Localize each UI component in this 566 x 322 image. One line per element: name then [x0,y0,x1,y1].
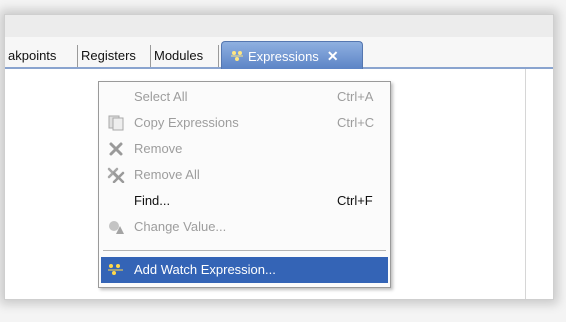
menu-item-find[interactable]: Find... Ctrl+F [101,188,388,214]
remove-all-icon [107,167,125,183]
menu-item-label: Remove All [134,167,200,182]
menu-item-label: Change Value... [134,219,227,234]
menu-item-remove[interactable]: Remove [101,136,388,162]
menu-item-remove-all[interactable]: Remove All [101,162,388,188]
context-menu: Select All Ctrl+A Copy Expressions Ctrl+… [98,81,391,288]
menu-item-label: Copy Expressions [134,115,239,130]
menu-item-shortcut: Ctrl+C [337,115,375,130]
menu-item-copy-expressions[interactable]: Copy Expressions Ctrl+C [101,110,388,136]
tab-registers[interactable]: Registers [78,45,151,67]
view-tab-bar: akpoints Registers Modules Expressions ✕ [5,37,553,69]
menu-item-label: Add Watch Expression... [134,262,276,277]
view-divider [525,69,526,299]
tab-breakpoints[interactable]: akpoints [5,45,78,67]
menu-separator [103,250,386,251]
close-icon[interactable]: ✕ [327,48,339,64]
tab-modules-label: Modules [154,48,204,63]
window-top-band [5,15,553,38]
watch-expression-icon [108,264,123,275]
menu-item-shortcut: Ctrl+A [337,89,374,104]
menu-item-change-value[interactable]: Change Value... [101,214,388,240]
menu-item-add-watch-expression[interactable]: Add Watch Expression... [101,257,388,283]
tab-modules[interactable]: Modules [151,45,219,67]
debugger-panel-screenshot: akpoints Registers Modules Expressions ✕ … [4,14,554,300]
watch-expression-icon [231,51,243,61]
menu-item-label: Find... [134,193,171,208]
remove-icon [109,142,123,156]
menu-item-shortcut: Ctrl+F [337,193,373,208]
change-value-icon [109,221,124,234]
menu-item-label: Remove [134,141,183,156]
tab-breakpoints-label: akpoints [8,48,57,63]
menu-item-label: Select All [134,89,188,104]
tab-expressions[interactable]: Expressions ✕ [221,41,363,69]
menu-item-select-all[interactable]: Select All Ctrl+A [101,84,388,110]
copy-icon [108,115,124,131]
tab-registers-label: Registers [81,48,136,63]
tab-expressions-label: Expressions [248,49,319,64]
